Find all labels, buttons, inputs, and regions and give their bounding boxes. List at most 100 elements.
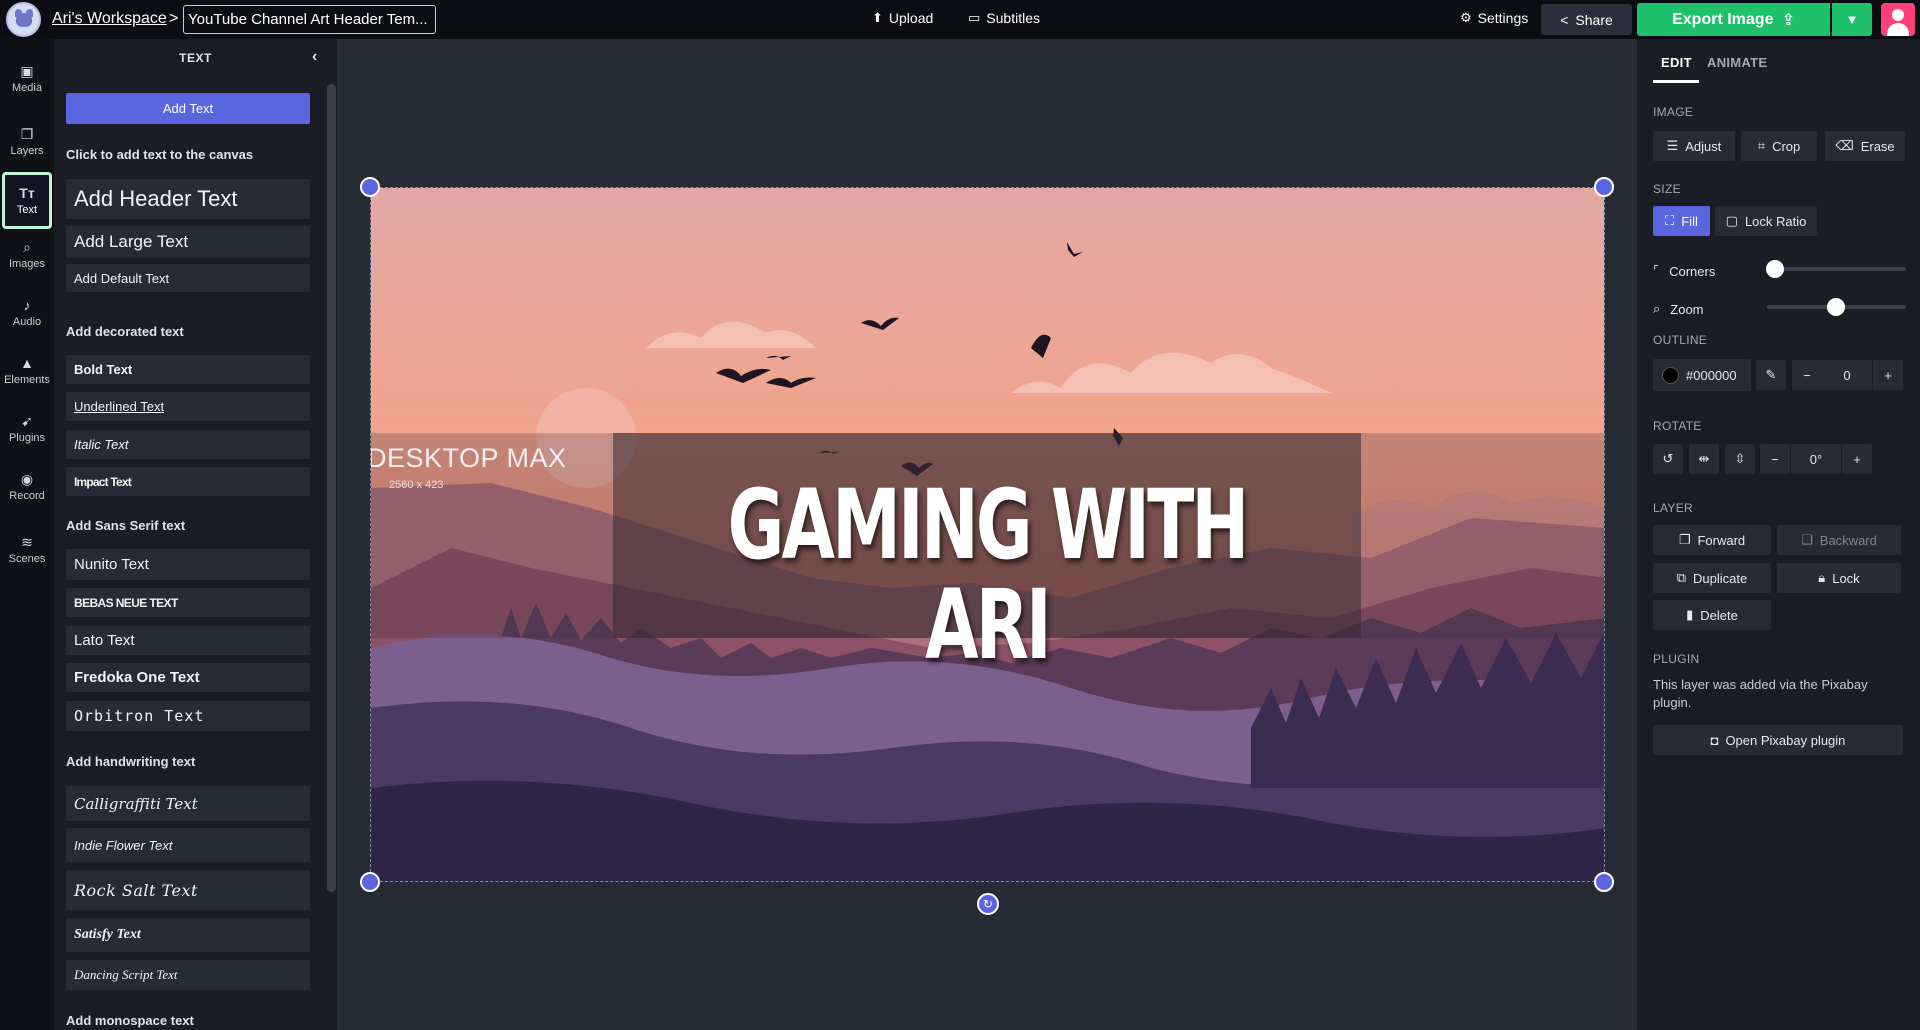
plugin-note: This layer was added via the Pixabay plu… [1653,677,1868,710]
subtitles-button[interactable]: ▭ Subtitles [968,10,1040,26]
calligraffiti-text-option[interactable]: Calligraffiti Text [66,786,310,821]
eyedropper-icon[interactable]: ✎ [1756,360,1786,390]
open-pixabay-plugin-button[interactable]: ◘ Open Pixabay plugin [1653,725,1903,755]
outline-color-picker[interactable]: #000000 [1653,359,1751,391]
rock-salt-text-option[interactable]: Rock Salt Text [66,870,310,910]
duplicate-icon: ⧉ [1676,570,1687,585]
outline-decrease-button[interactable]: − [1792,360,1822,390]
panel-hint: Click to add text to the canvas [66,147,254,162]
zone-label: DESKTOP MAX [370,443,567,473]
export-image-button[interactable]: Export Image ⇪ [1637,3,1830,36]
search-icon: ⌕ [23,239,31,255]
rotate-increase-button[interactable]: + [1842,444,1872,474]
music-note-icon: ♪ [23,297,31,313]
bring-forward-icon: ❐ [1678,532,1691,547]
zoom-slider-knob[interactable] [1827,298,1845,316]
properties-panel: EDIT ANIMATE IMAGE ☰ Adjust ⌗ Crop ⌫ Erase … [1637,39,1920,1030]
lock-icon: 🔒︎ [1818,570,1826,585]
upload-button[interactable]: ⬆ Upload [872,10,933,26]
indie-flower-text-option[interactable]: Indie Flower Text [66,828,310,862]
flip-horizontal-icon[interactable]: ⇹ [1689,444,1719,474]
fill-button[interactable]: ⛶ Fill [1653,206,1710,236]
chevron-left-icon[interactable]: ‹ [312,48,317,66]
resize-handle-bottom-left[interactable] [360,872,380,892]
impact-text-option[interactable]: Impact Text [66,467,310,496]
upload-icon: ⬆ [872,10,883,25]
orbitron-text-option[interactable]: Orbitron Text [66,701,310,731]
bebas-text-option[interactable]: BEBAS NEUE TEXT [66,588,310,617]
lock-button[interactable]: 🔒︎ Lock [1777,563,1901,593]
workspace-avatar-icon[interactable] [6,2,41,37]
rail-item-layers[interactable]: ❐ Layers [2,116,52,168]
settings-button[interactable]: ⚙ Settings [1460,10,1528,26]
channel-art-canvas[interactable]: DESKTOP MAX 2560 x 423 GAMING WITH ARI [370,187,1605,882]
nunito-text-option[interactable]: Nunito Text [66,549,310,580]
backward-button[interactable]: ❏ Backward [1777,525,1901,555]
monospace-section-label: Add monospace text [66,1013,194,1028]
handwriting-section-label: Add handwriting text [66,754,196,769]
share-button[interactable]: < Share [1541,4,1632,35]
crop-button[interactable]: ⌗ Crop [1741,131,1817,161]
add-text-button[interactable]: Add Text [66,93,310,124]
shapes-icon: ▲ [20,355,34,371]
rail-item-elements[interactable]: ▲ Elements [2,345,52,397]
crop-icon: ⌗ [1757,138,1766,153]
left-rail: ▣ Media ❐ Layers Tт Text ⌕ Images ♪ Audi… [0,39,54,1030]
user-avatar[interactable] [1881,3,1915,36]
rail-item-audio[interactable]: ♪ Audio [2,287,52,339]
headline-text[interactable]: GAMING WITH ARI [718,475,1257,675]
outline-increase-button[interactable]: + [1873,360,1903,390]
tab-edit[interactable]: EDIT [1661,55,1692,70]
flip-vertical-icon[interactable]: ⇳ [1725,444,1755,474]
outline-width-value[interactable]: 0 [1822,360,1872,390]
forward-button[interactable]: ❐ Forward [1653,525,1771,555]
fredoka-text-option[interactable]: Fredoka One Text [66,663,310,692]
erase-button[interactable]: ⌫ Erase [1825,131,1905,161]
share-icon: < [1560,11,1569,28]
workspace-link[interactable]: Ari's Workspace [52,10,167,28]
satisfy-text-option[interactable]: Satisfy Text [66,918,310,952]
rail-item-images[interactable]: ⌕ Images [2,229,52,281]
panel-title: TEXT [179,51,212,65]
bold-text-option[interactable]: Bold Text [66,355,310,384]
resize-handle-top-left[interactable] [360,177,380,197]
corners-slider[interactable] [1767,267,1906,271]
lato-text-option[interactable]: Lato Text [66,626,310,655]
zoom-control: ⌕ Zoom [1653,301,1704,317]
export-options-dropdown[interactable]: ▼ [1832,3,1872,36]
corners-slider-knob[interactable] [1766,260,1784,278]
panel-scrollbar[interactable] [327,84,336,892]
gear-icon: ⚙ [1460,10,1472,25]
dancing-script-text-option[interactable]: Dancing Script Text [66,960,310,990]
corners-control: ⌜ Corners [1653,263,1716,279]
underlined-text-option[interactable]: Underlined Text [66,392,310,421]
rail-item-record[interactable]: ◉ Record [2,461,52,513]
aspect-ratio-icon: ▢ [1725,213,1738,228]
rotate-decrease-button[interactable]: − [1760,444,1790,474]
resize-handle-top-right[interactable] [1594,177,1614,197]
add-header-text-option[interactable]: Add Header Text [66,179,310,219]
image-section-label: IMAGE [1653,105,1694,119]
document-title-input[interactable]: YouTube Channel Art Header Tem... [183,5,436,34]
sans-section-label: Add Sans Serif text [66,518,186,533]
rail-item-scenes[interactable]: ≋ Scenes [2,524,52,576]
tab-animate[interactable]: ANIMATE [1707,55,1767,70]
rail-item-media[interactable]: ▣ Media [2,53,52,105]
trash-icon: ▮ [1686,607,1694,622]
text-panel: TEXT ‹ Add Text Click to add text to the… [54,39,337,1030]
add-default-text-option[interactable]: Add Default Text [66,264,310,292]
duplicate-button[interactable]: ⧉ Duplicate [1653,563,1771,593]
lock-ratio-button[interactable]: ▢ Lock Ratio [1715,206,1817,236]
rotate-handle-icon[interactable]: ↻ [977,893,999,915]
image-icon: ▣ [20,63,34,79]
rotate-reset-icon[interactable]: ↺ [1653,444,1683,474]
italic-text-option[interactable]: Italic Text [66,430,310,459]
resize-handle-bottom-right[interactable] [1594,872,1614,892]
rotation-value[interactable]: 0° [1791,444,1841,474]
decorated-section-label: Add decorated text [66,324,184,339]
rail-item-plugins[interactable]: ➹ Plugins [2,403,52,455]
delete-button[interactable]: ▮ Delete [1653,600,1771,630]
rail-item-text[interactable]: Tт Text [2,172,52,229]
adjust-button[interactable]: ☰ Adjust [1653,131,1735,161]
add-large-text-option[interactable]: Add Large Text [66,226,310,258]
